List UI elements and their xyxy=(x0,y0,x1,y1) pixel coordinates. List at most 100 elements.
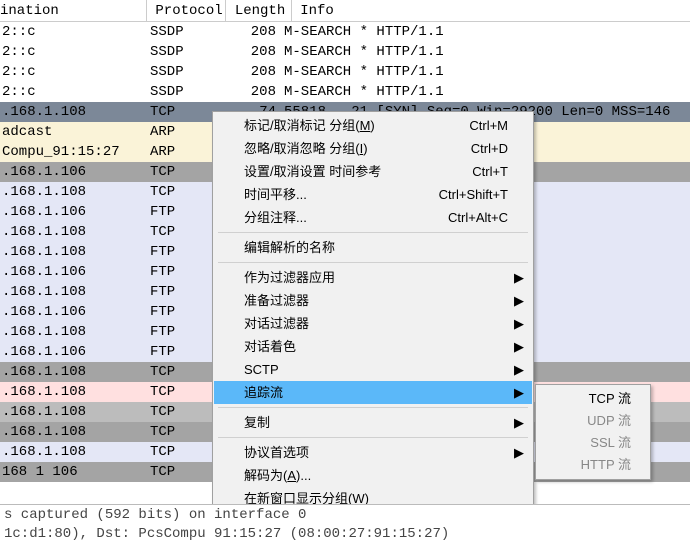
cell-destination: .168.1.108 xyxy=(0,282,150,302)
chevron-right-icon: ▶ xyxy=(514,441,524,464)
menu-item-label: 追踪流 xyxy=(244,385,283,400)
chevron-right-icon: ▶ xyxy=(514,266,524,289)
cell-destination: .168.1.106 xyxy=(0,262,150,282)
cell-destination: .168.1.108 xyxy=(0,362,150,382)
cell-destination: .168.1.108 xyxy=(0,382,150,402)
cell-destination: adcast xyxy=(0,122,150,142)
cell-destination: .168.1.108 xyxy=(0,102,150,122)
cell-length: 208 xyxy=(222,42,282,62)
menu-item-label: 忽略/取消忽略 分组(I) xyxy=(244,141,368,156)
cell-destination: 2::c xyxy=(0,42,150,62)
menu-item-accel: Ctrl+D xyxy=(471,137,508,160)
status-line-1: s captured (592 bits) on interface 0 xyxy=(4,507,306,523)
cell-destination: .168.1.108 xyxy=(0,442,150,462)
menu-item[interactable]: 时间平移...Ctrl+Shift+T▶ xyxy=(214,183,532,206)
menu-item[interactable]: 忽略/取消忽略 分组(I)Ctrl+D▶ xyxy=(214,137,532,160)
cell-destination: .168.1.108 xyxy=(0,422,150,442)
cell-destination: 2::c xyxy=(0,82,150,102)
menu-item-label: SCTP xyxy=(244,362,279,377)
cell-protocol: SSDP xyxy=(150,82,222,102)
menu-item-label: 设置/取消设置 时间参考 xyxy=(244,164,381,179)
menu-item-label: 解码为(A)... xyxy=(244,468,311,483)
menu-item-accel: Ctrl+Alt+C xyxy=(448,206,508,229)
menu-item-accel: Ctrl+Shift+T xyxy=(439,183,508,206)
table-row[interactable]: 2::cSSDP208M-SEARCH * HTTP/1.1 xyxy=(0,22,690,42)
chevron-right-icon: ▶ xyxy=(514,358,524,381)
cell-destination: .168.1.106 xyxy=(0,162,150,182)
menu-item[interactable]: 标记/取消标记 分组(M)Ctrl+M▶ xyxy=(214,114,532,137)
col-destination[interactable]: ination xyxy=(0,0,147,22)
menu-item[interactable]: 分组注释...Ctrl+Alt+C▶ xyxy=(214,206,532,229)
packet-context-menu: 标记/取消标记 分组(M) Ctrl+M ▶ 忽略/取消忽略 分组(I) Ctrl+D ▶… xyxy=(212,111,534,513)
cell-info: M-SEARCH * HTTP/1.1 xyxy=(282,62,690,82)
cell-protocol: SSDP xyxy=(150,42,222,62)
status-line-2: 1c:d1:80), Dst: PcsCompu 91:15:27 (08:00… xyxy=(4,525,686,544)
menu-item[interactable]: SCTP ▶ xyxy=(214,358,532,381)
menu-item[interactable]: 追踪流 ▶ xyxy=(214,381,532,404)
cell-info: M-SEARCH * HTTP/1.1 xyxy=(282,82,690,102)
menu-separator xyxy=(218,232,528,233)
menu-item-label: 准备过滤器 xyxy=(244,293,309,308)
menu-item[interactable]: 对话过滤器 ▶ xyxy=(214,312,532,335)
cell-destination: .168.1.108 xyxy=(0,322,150,342)
cell-destination: Compu_91:15:27 xyxy=(0,142,150,162)
menu-item-label: 标记/取消标记 分组(M) xyxy=(244,118,375,133)
submenu-item: HTTP 流 xyxy=(537,454,649,476)
cell-destination: 2::c xyxy=(0,62,150,82)
menu-item-label: 作为过滤器应用 xyxy=(244,270,335,285)
col-info[interactable]: Info xyxy=(300,0,690,22)
menu-separator xyxy=(218,437,528,438)
cell-length: 208 xyxy=(222,82,282,102)
cell-destination: .168.1.108 xyxy=(0,402,150,422)
cell-destination: 168 1 106 xyxy=(0,462,150,482)
menu-separator xyxy=(218,407,528,408)
cell-length: 208 xyxy=(222,22,282,42)
cell-protocol: SSDP xyxy=(150,62,222,82)
cell-destination: .168.1.106 xyxy=(0,342,150,362)
cell-info: M-SEARCH * HTTP/1.1 xyxy=(282,22,690,42)
cell-destination: 2::c xyxy=(0,22,150,42)
menu-item[interactable]: 作为过滤器应用 ▶ xyxy=(214,266,532,289)
menu-item[interactable]: 对话着色 ▶ xyxy=(214,335,532,358)
column-headers: ination Protocol Length Info xyxy=(0,0,690,22)
menu-separator xyxy=(218,262,528,263)
cell-destination: .168.1.108 xyxy=(0,222,150,242)
submenu-item[interactable]: TCP 流 xyxy=(537,388,649,410)
chevron-right-icon: ▶ xyxy=(514,411,524,434)
chevron-right-icon: ▶ xyxy=(514,289,524,312)
menu-item-label: 协议首选项 xyxy=(244,445,309,460)
menu-item-label: 对话过滤器 xyxy=(244,316,309,331)
cell-protocol: SSDP xyxy=(150,22,222,42)
follow-stream-submenu: TCP 流UDP 流SSL 流HTTP 流 xyxy=(535,384,651,480)
menu-item-accel: Ctrl+M xyxy=(469,114,508,137)
submenu-item: SSL 流 xyxy=(537,432,649,454)
submenu-item: UDP 流 xyxy=(537,410,649,432)
menu-item[interactable]: 协议首选项 ▶ xyxy=(214,441,532,464)
menu-item-label: 分组注释... xyxy=(244,210,307,225)
table-row[interactable]: 2::cSSDP208M-SEARCH * HTTP/1.1 xyxy=(0,62,690,82)
menu-item-label: 对话着色 xyxy=(244,339,296,354)
menu-item-label: 复制 xyxy=(244,415,270,430)
col-length[interactable]: Length xyxy=(235,0,292,22)
menu-item[interactable]: 编辑解析的名称▶ xyxy=(214,236,532,259)
cell-destination: .168.1.106 xyxy=(0,302,150,322)
menu-item-label: 时间平移... xyxy=(244,187,307,202)
table-row[interactable]: 2::cSSDP208M-SEARCH * HTTP/1.1 xyxy=(0,42,690,62)
cell-destination: .168.1.108 xyxy=(0,242,150,262)
menu-item-label: 编辑解析的名称 xyxy=(244,240,335,255)
cell-info: M-SEARCH * HTTP/1.1 xyxy=(282,42,690,62)
chevron-right-icon: ▶ xyxy=(514,312,524,335)
menu-item[interactable]: 设置/取消设置 时间参考Ctrl+T▶ xyxy=(214,160,532,183)
chevron-right-icon: ▶ xyxy=(514,381,524,404)
menu-item-accel: Ctrl+T xyxy=(472,160,508,183)
table-row[interactable]: 2::cSSDP208M-SEARCH * HTTP/1.1 xyxy=(0,82,690,102)
menu-item[interactable]: 复制 ▶ xyxy=(214,411,532,434)
chevron-right-icon: ▶ xyxy=(514,335,524,358)
col-protocol[interactable]: Protocol xyxy=(155,0,226,22)
status-bar: s captured (592 bits) on interface 0 1c:… xyxy=(0,504,690,544)
cell-destination: .168.1.106 xyxy=(0,202,150,222)
menu-item[interactable]: 准备过滤器 ▶ xyxy=(214,289,532,312)
menu-item[interactable]: 解码为(A)...▶ xyxy=(214,464,532,487)
cell-destination: .168.1.108 xyxy=(0,182,150,202)
cell-length: 208 xyxy=(222,62,282,82)
